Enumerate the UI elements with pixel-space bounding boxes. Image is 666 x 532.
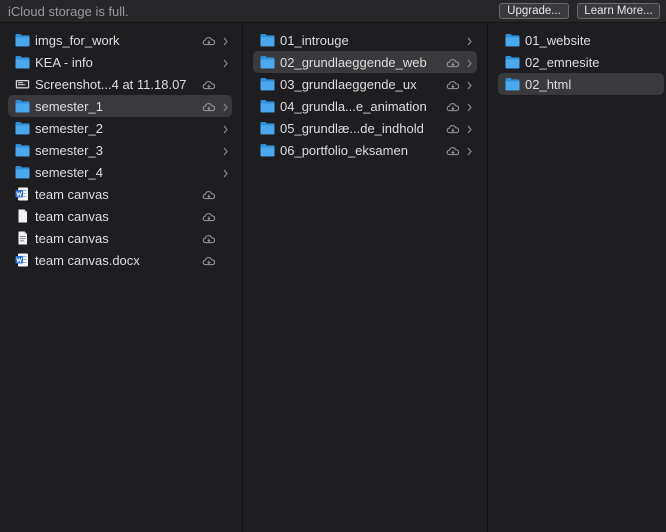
item-label: semester_1: [35, 99, 103, 114]
folder-row[interactable]: semester_2: [8, 117, 232, 139]
icloud-download-icon[interactable]: [202, 100, 216, 112]
folder-icon: [260, 33, 275, 47]
icloud-storage-banner: iCloud storage is full. Upgrade... Learn…: [0, 0, 666, 23]
chevron-right-icon: [466, 34, 473, 46]
folder-row[interactable]: semester_4: [8, 161, 232, 183]
icloud-download-icon[interactable]: [446, 100, 460, 112]
folder-icon: [505, 33, 520, 47]
item-label: imgs_for_work: [35, 33, 120, 48]
chevron-right-icon: [222, 166, 229, 178]
folder-icon: [15, 33, 30, 47]
storage-full-message: iCloud storage is full.: [8, 4, 129, 19]
folder-row[interactable]: semester_3: [8, 139, 232, 161]
chevron-right-icon: [222, 122, 229, 134]
item-label: team canvas: [35, 209, 109, 224]
folder-row[interactable]: 05_grundlæ...de_indhold: [253, 117, 477, 139]
learn-more-button[interactable]: Learn More...: [577, 3, 660, 19]
chevron-right-icon: [466, 100, 473, 112]
icloud-download-icon[interactable]: [446, 56, 460, 68]
folder-row[interactable]: 03_grundlaeggende_ux: [253, 73, 477, 95]
word-doc-icon: [15, 253, 30, 267]
folder-icon: [15, 55, 30, 69]
item-label: 01_website: [525, 33, 591, 48]
folder-row[interactable]: 02_emnesite: [498, 51, 664, 73]
folder-icon: [260, 121, 275, 135]
folder-icon: [260, 99, 275, 113]
item-label: 03_grundlaeggende_ux: [280, 77, 417, 92]
chevron-right-icon: [466, 56, 473, 68]
folder-icon: [15, 99, 30, 113]
item-label: 02_emnesite: [525, 55, 600, 70]
icloud-download-icon[interactable]: [202, 254, 216, 266]
file-row[interactable]: team canvas: [8, 183, 232, 205]
folder-icon: [505, 77, 520, 91]
file-row[interactable]: team canvas: [8, 227, 232, 249]
folder-icon: [15, 143, 30, 157]
folder-icon: [260, 55, 275, 69]
item-label: team canvas.docx: [35, 253, 140, 268]
chevron-right-icon: [466, 78, 473, 90]
chevron-right-icon: [466, 122, 473, 134]
upgrade-button[interactable]: Upgrade...: [499, 3, 569, 19]
folder-icon: [15, 165, 30, 179]
folder-icon: [505, 55, 520, 69]
folder-row[interactable]: 06_portfolio_eksamen: [253, 139, 477, 161]
folder-icon: [260, 143, 275, 157]
file-row[interactable]: team canvas: [8, 205, 232, 227]
icloud-download-icon[interactable]: [202, 34, 216, 46]
item-label: semester_3: [35, 143, 103, 158]
icloud-download-icon[interactable]: [202, 232, 216, 244]
chevron-right-icon: [222, 56, 229, 68]
folder-row[interactable]: imgs_for_work: [8, 29, 232, 51]
icloud-download-icon[interactable]: [202, 188, 216, 200]
screenshot-file-icon: [15, 77, 30, 91]
finder-column-3[interactable]: 01_website 02_emnesite 02_html: [488, 24, 666, 532]
folder-row[interactable]: KEA - info: [8, 51, 232, 73]
item-label: 02_grundlaeggende_web: [280, 55, 427, 70]
text-doc-icon: [15, 231, 30, 245]
chevron-right-icon: [222, 100, 229, 112]
icloud-download-icon[interactable]: [202, 78, 216, 90]
chevron-right-icon: [466, 144, 473, 156]
folder-row[interactable]: 01_introuge: [253, 29, 477, 51]
blank-doc-icon: [15, 209, 30, 223]
item-label: semester_4: [35, 165, 103, 180]
icloud-download-icon[interactable]: [446, 122, 460, 134]
finder-column-1[interactable]: imgs_for_work KEA - info Screenshot...4 at…: [0, 24, 242, 532]
finder-column-2[interactable]: 01_introuge 02_grundlaeggende_web 03_grund…: [243, 24, 487, 532]
icloud-download-icon[interactable]: [202, 210, 216, 222]
icloud-download-icon[interactable]: [446, 144, 460, 156]
item-label: team canvas: [35, 231, 109, 246]
file-row[interactable]: team canvas.docx: [8, 249, 232, 271]
item-label: 01_introuge: [280, 33, 349, 48]
icloud-download-icon[interactable]: [446, 78, 460, 90]
folder-row[interactable]: 02_grundlaeggende_web: [253, 51, 477, 73]
item-label: team canvas: [35, 187, 109, 202]
item-label: 05_grundlæ...de_indhold: [280, 121, 424, 136]
folder-icon: [260, 77, 275, 91]
folder-row[interactable]: semester_1: [8, 95, 232, 117]
item-label: 06_portfolio_eksamen: [280, 143, 408, 158]
item-label: KEA - info: [35, 55, 93, 70]
file-row[interactable]: Screenshot...4 at 11.18.07: [8, 73, 232, 95]
folder-icon: [15, 121, 30, 135]
item-label: semester_2: [35, 121, 103, 136]
chevron-right-icon: [222, 34, 229, 46]
chevron-right-icon: [222, 144, 229, 156]
folder-row[interactable]: 01_website: [498, 29, 664, 51]
item-label: 04_grundla...e_animation: [280, 99, 427, 114]
folder-row[interactable]: 02_html: [498, 73, 664, 95]
item-label: 02_html: [525, 77, 572, 92]
folder-row[interactable]: 04_grundla...e_animation: [253, 95, 477, 117]
word-doc-icon: [15, 187, 30, 201]
item-label: Screenshot...4 at 11.18.07: [35, 77, 187, 92]
